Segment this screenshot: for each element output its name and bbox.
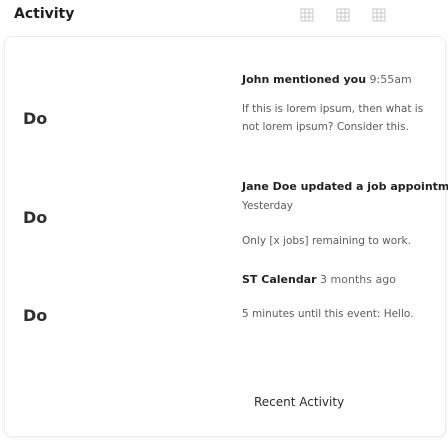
widget-title: Activity bbox=[14, 6, 75, 22]
activity-body: If this is lorem ipsum, then what is not… bbox=[242, 103, 424, 133]
grid-icon[interactable] bbox=[372, 8, 386, 22]
activity-body: 5 minutes until this event: Hello. bbox=[242, 308, 414, 320]
activity-time: 3 months ago bbox=[320, 273, 396, 286]
avatar: Do bbox=[23, 109, 48, 128]
recent-activity-link[interactable]: Recent Activity bbox=[254, 395, 344, 409]
avatar: Do bbox=[23, 306, 48, 325]
grid-icon[interactable] bbox=[300, 8, 314, 22]
grid-icon[interactable] bbox=[336, 8, 350, 22]
activity-time-line: Yesterday bbox=[242, 200, 293, 212]
activity-card: Do John mentioned you 9:55am If this is … bbox=[4, 36, 448, 437]
activity-actor: Jane Doe updated a job appointment bbox=[242, 180, 448, 193]
activity-heading: John mentioned you 9:55am bbox=[242, 73, 412, 86]
activity-actor: John mentioned you bbox=[242, 73, 367, 86]
avatar: Do bbox=[23, 208, 48, 227]
activity-actor: ST Calendar bbox=[242, 273, 317, 286]
header-icons bbox=[300, 8, 386, 22]
activity-body: Only [x jobs] remaining to work. bbox=[242, 235, 411, 247]
activity-time: 9:55am bbox=[369, 73, 412, 86]
activity-heading: Jane Doe updated a job appointment bbox=[242, 180, 448, 193]
activity-heading: ST Calendar 3 months ago bbox=[242, 273, 396, 286]
